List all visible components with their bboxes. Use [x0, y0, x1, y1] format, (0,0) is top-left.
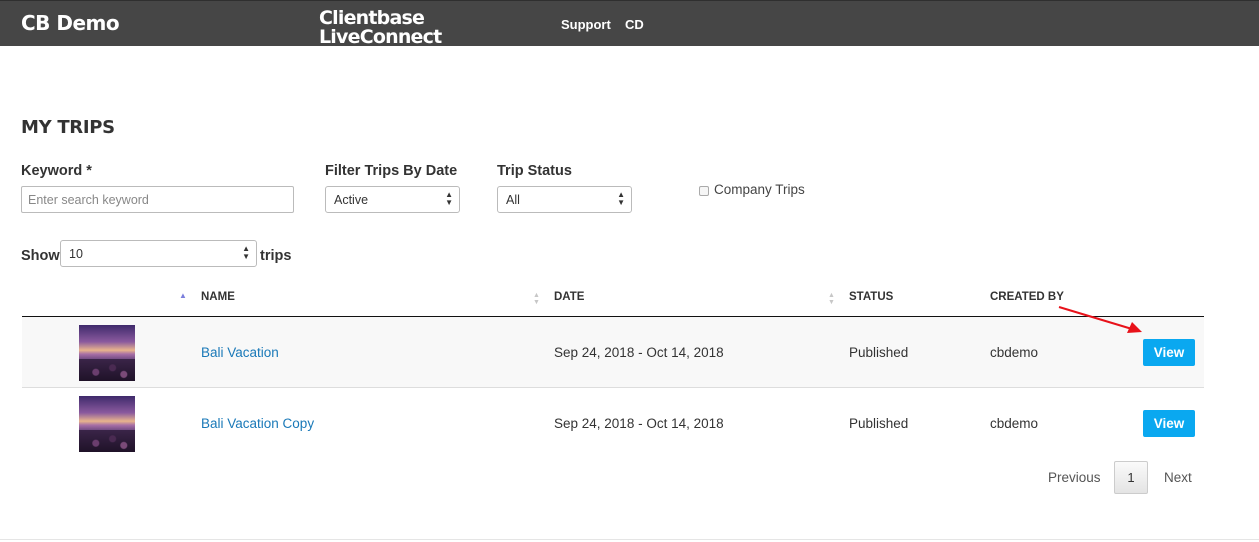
product-logo-text: Clientbase LiveConnect [319, 7, 442, 47]
page-size-select[interactable]: 10 ▲ ▼ [60, 240, 257, 267]
trip-date: Sep 24, 2018 - Oct 14, 2018 [554, 416, 724, 431]
trip-name-link[interactable]: Bali Vacation Copy [201, 416, 314, 431]
table-row: Bali Vacation Copy Sep 24, 2018 - Oct 14… [22, 388, 1204, 459]
sort-icon[interactable]: ▲ ▼ [533, 292, 540, 306]
view-button[interactable]: View [1143, 339, 1195, 366]
trip-created-by: cbdemo [990, 345, 1039, 360]
trip-status-select[interactable]: All ▲ ▼ [497, 186, 632, 213]
nav-user-menu[interactable]: CD [625, 17, 644, 32]
column-header-name[interactable]: NAME [201, 291, 235, 303]
trip-status-label: Trip Status [497, 163, 572, 179]
brand-name[interactable]: CB Demo [21, 11, 120, 35]
select-arrows-icon: ▲ ▼ [617, 190, 625, 207]
column-header-date[interactable]: DATE [554, 291, 584, 303]
trip-thumbnail-image[interactable] [79, 325, 135, 381]
nav-support-link[interactable]: Support [561, 17, 611, 32]
trip-thumbnail-image[interactable] [79, 396, 135, 452]
table-row: Bali Vacation Sep 24, 2018 - Oct 14, 201… [22, 317, 1204, 388]
trip-status-value: All [506, 193, 520, 207]
keyword-label: Keyword * [21, 163, 92, 179]
column-header-created-by: CREATED BY [990, 291, 1064, 303]
filter-date-select[interactable]: Active ▲ ▼ [325, 186, 460, 213]
filter-date-label: Filter Trips By Date [325, 163, 458, 179]
pagination-previous[interactable]: Previous [1048, 470, 1101, 485]
company-trips-checkbox[interactable] [699, 186, 709, 196]
page-title: MY TRIPS [21, 117, 115, 138]
select-arrows-icon: ▲ ▼ [242, 244, 250, 261]
sort-ascending-icon[interactable]: ▲ [179, 291, 187, 300]
trip-created-by: cbdemo [990, 416, 1039, 431]
show-label: Show [21, 248, 60, 264]
top-navigation-bar: CB Demo Clientbase LiveConnect Support C… [0, 0, 1259, 46]
trips-label: trips [260, 248, 292, 264]
filter-date-value: Active [334, 193, 369, 207]
trip-status: Published [849, 416, 909, 431]
trip-date: Sep 24, 2018 - Oct 14, 2018 [554, 345, 724, 360]
company-trips-label[interactable]: Company Trips [714, 182, 805, 197]
footer-divider [0, 539, 1259, 540]
trip-status: Published [849, 345, 909, 360]
pagination-next[interactable]: Next [1164, 470, 1192, 485]
trip-name-link[interactable]: Bali Vacation [201, 345, 279, 360]
select-arrows-icon: ▲ ▼ [445, 190, 453, 207]
keyword-search-input[interactable] [21, 186, 294, 213]
sort-icon[interactable]: ▲ ▼ [828, 292, 835, 306]
page-size-value: 10 [69, 247, 83, 261]
pagination-page-1[interactable]: 1 [1114, 461, 1148, 494]
view-button[interactable]: View [1143, 410, 1195, 437]
column-header-status: STATUS [849, 291, 894, 303]
annotation-arrow [1058, 306, 1142, 333]
